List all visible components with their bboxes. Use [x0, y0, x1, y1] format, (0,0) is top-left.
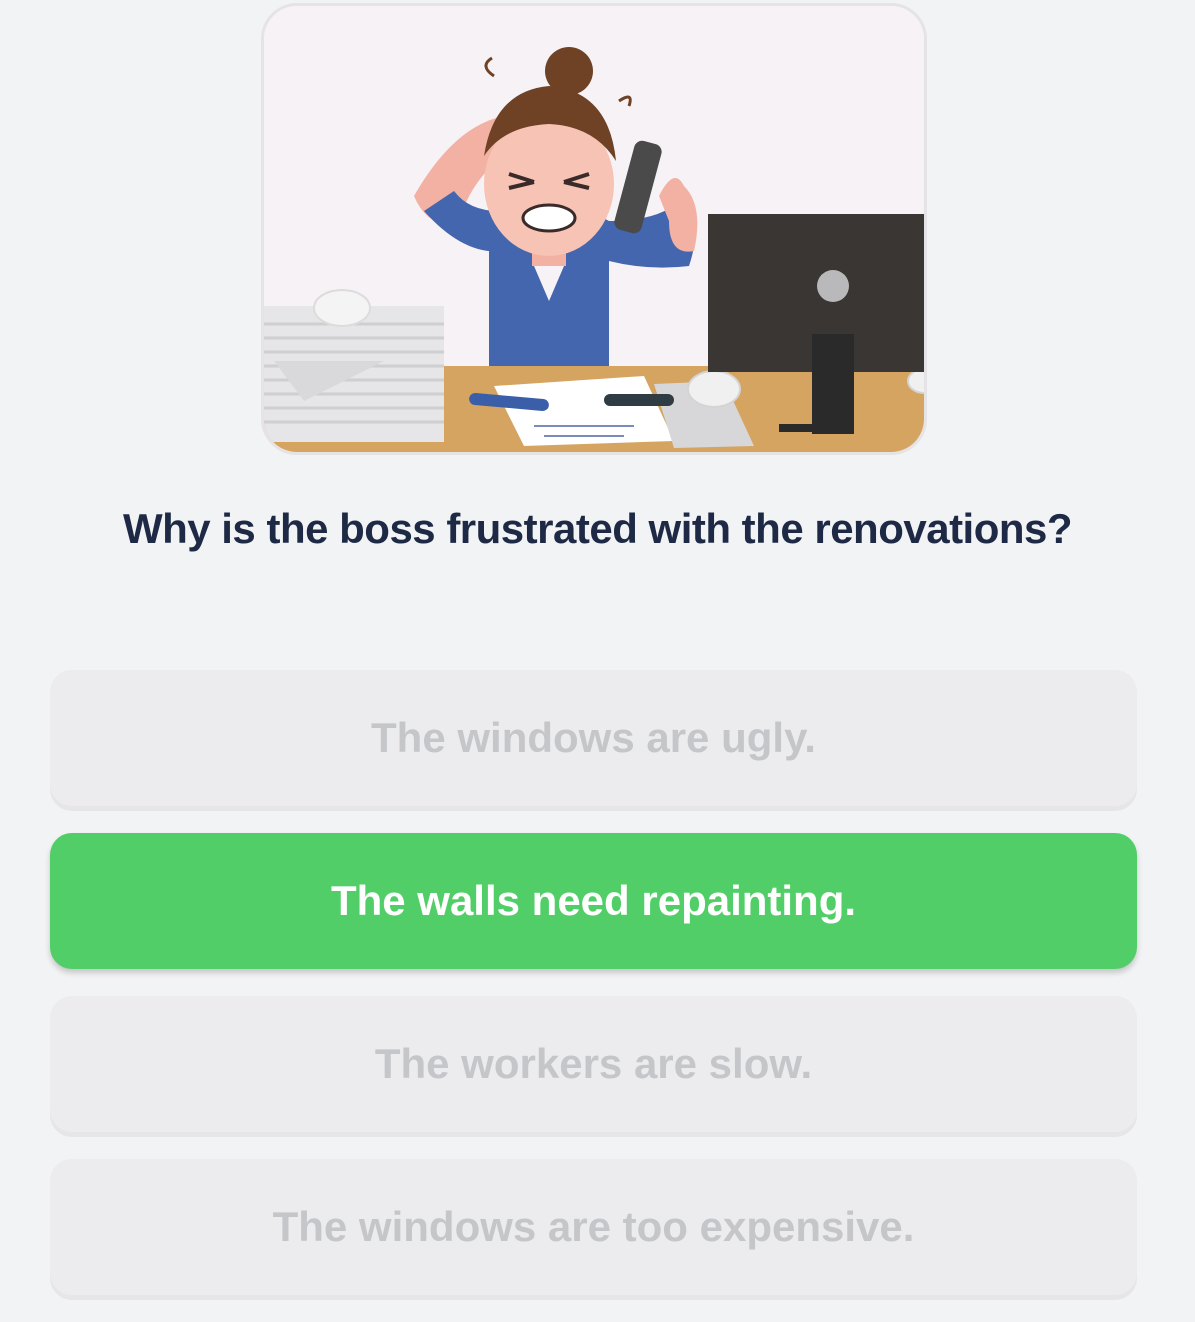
answer-option-2-selected[interactable]: The walls need repainting.	[50, 833, 1137, 969]
question-text: Why is the boss frustrated with the reno…	[122, 505, 1073, 552]
question-illustration	[261, 3, 927, 455]
answer-option-label: The windows are too expensive.	[272, 1203, 915, 1250]
answer-option-3[interactable]: The workers are slow.	[50, 996, 1137, 1132]
answer-option-label: The workers are slow.	[374, 1040, 813, 1087]
answer-option-4[interactable]: The windows are too expensive.	[50, 1159, 1137, 1295]
answer-option-label: The windows are ugly.	[371, 714, 816, 761]
frustrated-boss-illustration	[264, 6, 924, 452]
answer-option-label: The walls need repainting.	[330, 877, 857, 924]
answer-option-1[interactable]: The windows are ugly.	[50, 670, 1137, 806]
answer-options: The windows are ugly. The walls need rep…	[50, 670, 1137, 1322]
